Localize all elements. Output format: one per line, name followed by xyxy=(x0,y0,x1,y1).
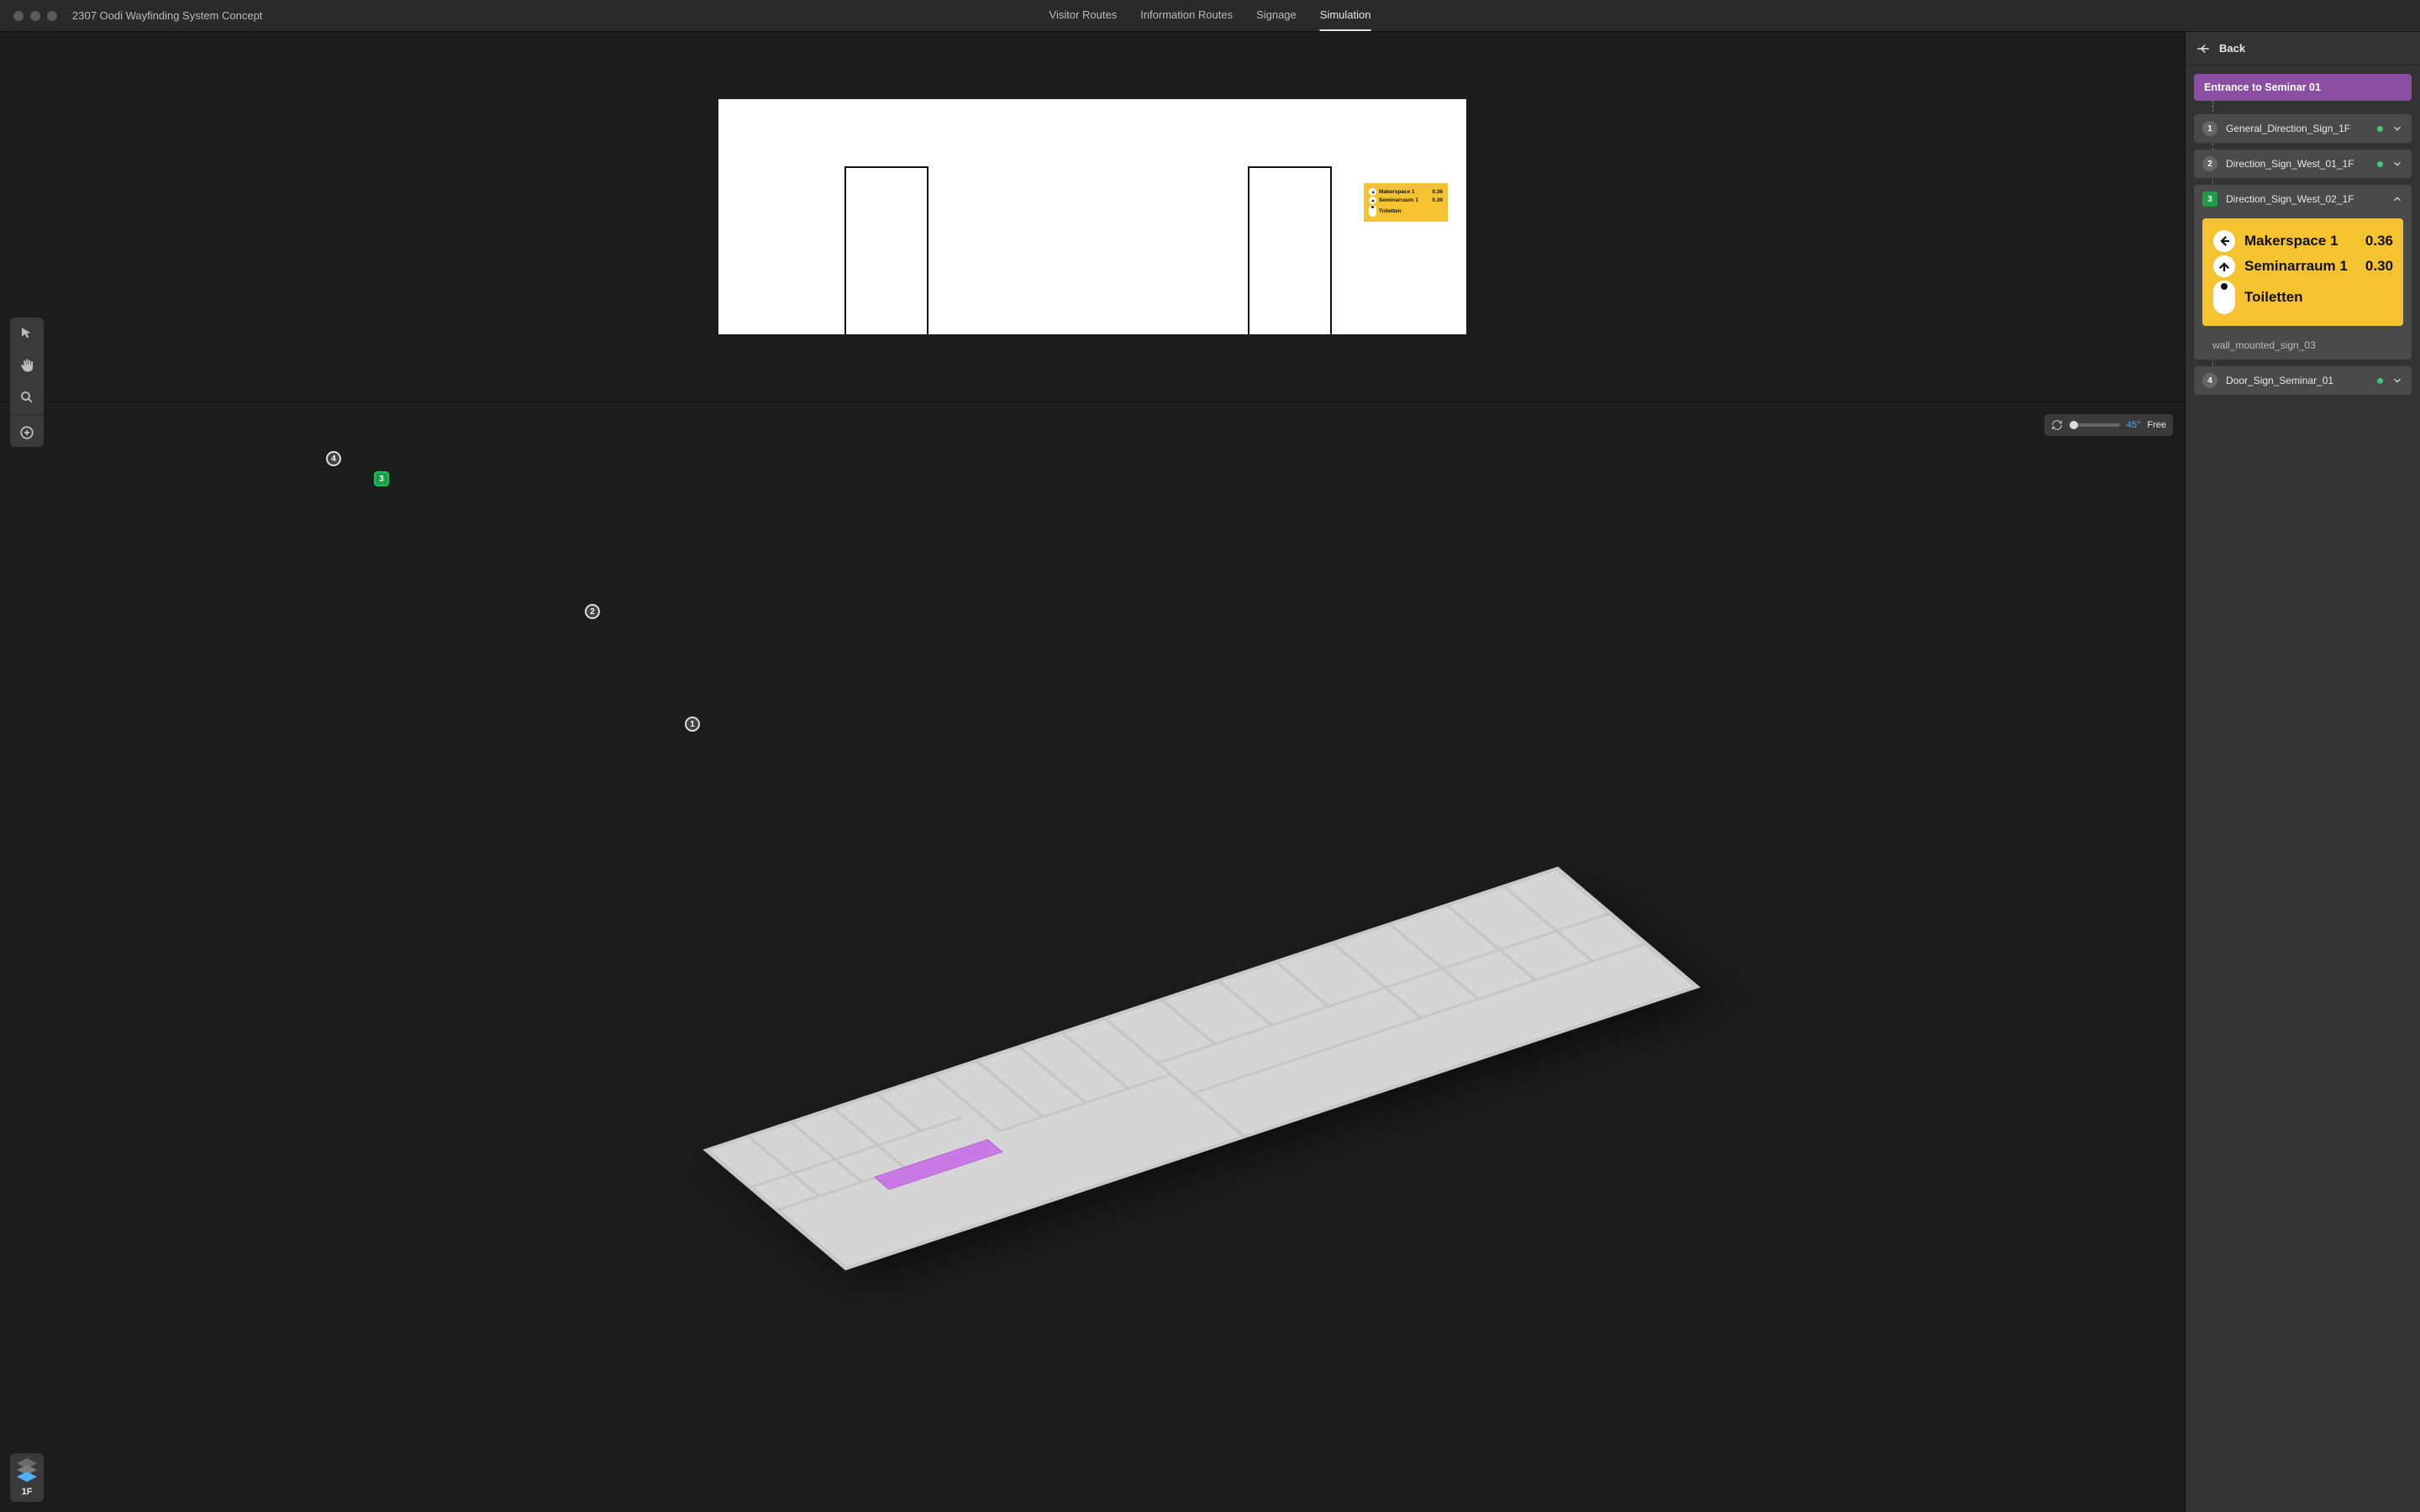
refresh-icon[interactable] xyxy=(2051,419,2063,431)
window-controls[interactable] xyxy=(13,11,57,21)
select-tool[interactable] xyxy=(10,318,44,349)
sign-row-name: Makerspace 1 xyxy=(2244,233,2351,249)
viewport-tools xyxy=(10,318,44,447)
route-marker[interactable]: 2 xyxy=(585,604,600,619)
toilet-icon xyxy=(1369,205,1376,217)
step-label: Direction_Sign_West_02_1F xyxy=(2226,193,2383,205)
tab-visitor-routes[interactable]: Visitor Routes xyxy=(1050,0,1118,31)
view-angle: 45° xyxy=(2127,420,2141,430)
step-label: General_Direction_Sign_1F xyxy=(2226,123,2369,134)
arrow-left-icon xyxy=(2213,230,2235,252)
doorway xyxy=(844,166,929,334)
doorway xyxy=(1248,166,1332,334)
route-step: 4 Door_Sign_Seminar_01 xyxy=(2194,366,2412,395)
route-steps: 1 General_Direction_Sign_1F 2 Direction_… xyxy=(2194,101,2412,395)
floor-model[interactable] xyxy=(702,866,1700,1270)
step-number-badge: 2 xyxy=(2202,156,2217,171)
sign-row-name: Seminarraum 1 xyxy=(2244,258,2351,275)
route-step: 2 Direction_Sign_West_01_1F xyxy=(2194,150,2412,178)
main-tabs: Visitor Routes Information Routes Signag… xyxy=(1050,0,1371,31)
toilet-icon xyxy=(2213,281,2235,314)
sign-row-name: Seminarraum 1 xyxy=(1379,197,1429,203)
route-marker-active[interactable]: 3 xyxy=(374,471,389,486)
pan-tool[interactable] xyxy=(10,349,44,381)
status-ok-icon xyxy=(2377,378,2383,384)
zoom-tool[interactable] xyxy=(10,381,44,413)
chevron-down-icon xyxy=(2391,375,2403,386)
route-step-header[interactable]: 1 General_Direction_Sign_1F xyxy=(2194,114,2412,143)
status-ok-icon xyxy=(2377,161,2383,167)
sign-row-name: Toiletten xyxy=(1379,208,1443,214)
status-ok-icon xyxy=(2377,126,2383,132)
arrow-up-icon xyxy=(1369,197,1376,204)
route-marker[interactable]: 1 xyxy=(685,717,700,732)
active-floor-label: 1F xyxy=(22,1487,33,1497)
tab-information-routes[interactable]: Information Routes xyxy=(1140,0,1233,31)
back-button[interactable]: Back xyxy=(2186,32,2420,66)
view-mode: Free xyxy=(2147,420,2166,430)
route-step-active: 3 Direction_Sign_West_02_1F Makerspace 1… xyxy=(2194,185,2412,360)
add-button[interactable] xyxy=(10,415,44,447)
step-number-badge: 4 xyxy=(2202,373,2217,388)
arrow-up-icon xyxy=(2213,255,2235,277)
main-viewport: Makerspace 1 0.36 Seminarraum 1 0.30 Toi… xyxy=(0,32,2185,1512)
chevron-down-icon xyxy=(2391,158,2403,170)
wall-sign-preview[interactable]: Makerspace 1 0.36 Seminarraum 1 0.30 Toi… xyxy=(1364,183,1448,222)
layers-icon xyxy=(15,1458,39,1483)
titlebar: 2307 Oodi Wayfinding System Concept Visi… xyxy=(0,0,2420,32)
layer-switcher[interactable]: 1F xyxy=(10,1453,44,1502)
back-label: Back xyxy=(2219,42,2245,55)
wall-elevation: Makerspace 1 0.36 Seminarraum 1 0.30 Toi… xyxy=(718,99,1466,334)
plan-3d-viewport[interactable]: 45° Free xyxy=(0,402,2185,1512)
route-panel: Back Entrance to Seminar 01 1 General_Di… xyxy=(2185,32,2420,1512)
route-step-header[interactable]: 4 Door_Sign_Seminar_01 xyxy=(2194,366,2412,395)
step-label: Direction_Sign_West_01_1F xyxy=(2226,158,2369,170)
view-controls: 45° Free xyxy=(2044,414,2173,436)
zoom-icon[interactable] xyxy=(47,11,57,21)
arrow-left-icon xyxy=(1369,188,1376,196)
rotation-slider[interactable] xyxy=(2070,423,2120,427)
sign-row-name: Toiletten xyxy=(2244,289,2351,306)
arrow-left-icon xyxy=(2196,41,2211,56)
route-step-header[interactable]: 2 Direction_Sign_West_01_1F xyxy=(2194,150,2412,178)
sign-asset-name: wall_mounted_sign_03 xyxy=(2194,333,2412,360)
sign-row-name: Makerspace 1 xyxy=(1379,189,1429,195)
sign-row-value: 0.36 xyxy=(1432,189,1443,195)
route-step-header[interactable]: 3 Direction_Sign_West_02_1F xyxy=(2194,185,2412,213)
step-label: Door_Sign_Seminar_01 xyxy=(2226,375,2369,386)
window-title: 2307 Oodi Wayfinding System Concept xyxy=(72,9,262,22)
step-number-badge: 1 xyxy=(2202,121,2217,136)
step-number-badge: 3 xyxy=(2202,192,2217,207)
minimize-icon[interactable] xyxy=(30,11,40,21)
close-icon[interactable] xyxy=(13,11,24,21)
elevation-viewport[interactable]: Makerspace 1 0.36 Seminarraum 1 0.30 Toi… xyxy=(0,32,2185,402)
sign-row-value: 0.30 xyxy=(1432,197,1443,203)
route-step: 1 General_Direction_Sign_1F xyxy=(2194,114,2412,143)
route-title: Entrance to Seminar 01 xyxy=(2194,74,2412,101)
sign-row-value: 0.36 xyxy=(2360,233,2393,249)
sign-row-value: 0.30 xyxy=(2360,258,2393,275)
route-marker[interactable]: 4 xyxy=(326,451,341,466)
sign-detail-card: Makerspace 1 0.36 Seminarraum 1 0.30 xyxy=(2202,218,2403,326)
tab-simulation[interactable]: Simulation xyxy=(1320,0,1371,31)
chevron-down-icon xyxy=(2391,123,2403,134)
chevron-up-icon xyxy=(2391,193,2403,205)
tab-signage[interactable]: Signage xyxy=(1256,0,1297,31)
